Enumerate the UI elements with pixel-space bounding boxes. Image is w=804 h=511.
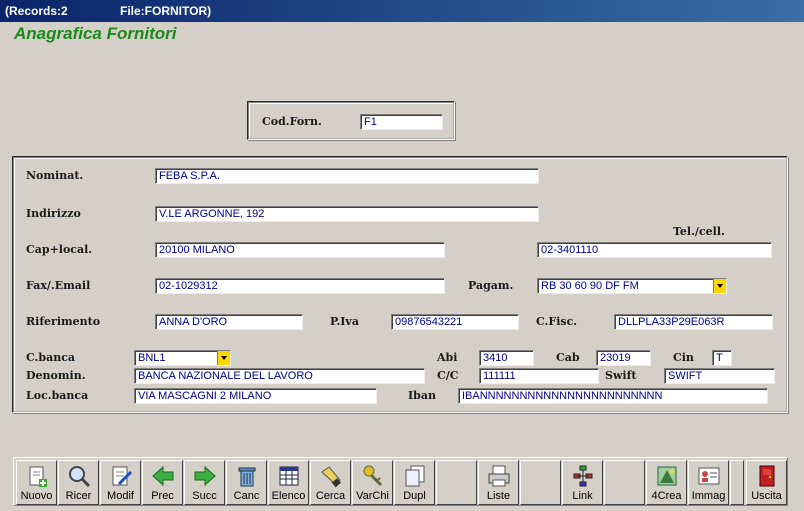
elenco-label: Elenco: [271, 490, 306, 502]
file-name: File:FORNITOR): [120, 4, 212, 18]
empty-button-2[interactable]: [520, 460, 561, 505]
nominat-field[interactable]: FEBA S.P.A.: [155, 168, 539, 184]
denomin-field[interactable]: BANCA NAZIONALE DEL LAVORO: [134, 368, 425, 384]
cap-label: Cap+local.: [26, 243, 93, 256]
indirizzo-field[interactable]: V.LE ARGONNE, 192: [155, 206, 539, 222]
exit-door-icon: [759, 465, 775, 487]
cab-field[interactable]: 23019: [596, 350, 651, 366]
varchi-label: VarChi: [356, 490, 389, 502]
cc-field[interactable]: 111111: [479, 368, 599, 384]
new-document-icon: [29, 466, 47, 487]
empty-button-3[interactable]: [604, 460, 645, 505]
cfisc-field[interactable]: DLLPLA33P29E063R: [614, 314, 773, 330]
image-card-icon: [698, 467, 720, 485]
title-bar: (Records:2 File:FORNITOR): [0, 0, 804, 22]
cab-label: Cab: [556, 351, 580, 364]
pagam-select[interactable]: RB 30 60 90 DF FM: [537, 278, 727, 294]
pagam-label: Pagam.: [468, 279, 514, 292]
records-count: (Records:2: [5, 4, 68, 18]
dupl-label: Dupl: [403, 490, 426, 502]
page-title: Anagrafica Fornitori: [14, 24, 177, 43]
cin-field[interactable]: T: [712, 350, 732, 366]
pagam-value: RB 30 60 90 DF FM: [541, 280, 639, 292]
fax-label: Fax/.Email: [26, 279, 91, 292]
cin-label: Cin: [673, 351, 694, 364]
succ-label: Succ: [192, 490, 217, 502]
table-icon: [279, 466, 299, 486]
cbanca-value: BNL1: [138, 352, 166, 364]
cap-field[interactable]: 20100 MILANO: [155, 242, 445, 258]
liste-button[interactable]: Liste: [478, 460, 519, 505]
swift-label: Swift: [605, 369, 637, 382]
cfisc-label: C.Fisc.: [536, 315, 578, 328]
link-icon: [573, 465, 593, 487]
succ-button[interactable]: Succ: [184, 460, 225, 505]
nuovo-button[interactable]: Nuovo: [16, 460, 57, 505]
denomin-label: Denomin.: [26, 369, 86, 382]
search-icon: [69, 466, 91, 488]
piva-field[interactable]: 09876543221: [391, 314, 519, 330]
duplicate-icon: [405, 465, 425, 487]
iban-label: Iban: [408, 389, 436, 402]
piva-label: P.Iva: [330, 315, 359, 328]
locbanca-field[interactable]: VIA MASCAGNI 2 MILANO: [134, 388, 377, 404]
abi-field[interactable]: 3410: [479, 350, 534, 366]
varchi-button[interactable]: VarChi: [352, 460, 393, 505]
link-button[interactable]: Link: [562, 460, 603, 505]
toolbar: Nuovo Ricer Modif Prec Succ Canc Elenco …: [13, 457, 788, 506]
cbanca-label: C.banca: [26, 351, 76, 364]
uscita-label: Uscita: [751, 490, 782, 502]
create-icon: [657, 466, 677, 486]
4crea-label: 4Crea: [651, 490, 682, 502]
4crea-button[interactable]: 4Crea: [646, 460, 687, 505]
cod-forn-label: Cod.Forn.: [262, 115, 322, 128]
indirizzo-label: Indirizzo: [26, 207, 81, 220]
prec-button[interactable]: Prec: [142, 460, 183, 505]
cbanca-select[interactable]: BNL1: [134, 350, 231, 366]
arrow-left-icon: [152, 465, 174, 487]
iban-field[interactable]: IBANNNNNNNNNNNNNNNNNNNNNNN: [458, 388, 768, 404]
cerca-label: Cerca: [315, 490, 346, 502]
tel-label: Tel./cell.: [673, 225, 725, 238]
printer-icon: [488, 465, 510, 487]
immag-label: Immag: [691, 490, 726, 502]
locbanca-label: Loc.banca: [26, 389, 89, 402]
liste-label: Liste: [486, 490, 511, 502]
ricer-button[interactable]: Ricer: [58, 460, 99, 505]
prec-label: Prec: [151, 490, 174, 502]
immag-button[interactable]: Immag: [688, 460, 729, 505]
trash-icon: [238, 467, 256, 487]
cc-label: C/C: [437, 369, 459, 382]
tel-field[interactable]: 02-3401110: [537, 242, 772, 258]
cerca-button[interactable]: Cerca: [310, 460, 351, 505]
dupl-button[interactable]: Dupl: [394, 460, 435, 505]
canc-label: Canc: [233, 490, 260, 502]
modif-button[interactable]: Modif: [100, 460, 141, 505]
uscita-button[interactable]: Uscita: [746, 460, 787, 505]
chevron-down-icon[interactable]: [713, 279, 726, 293]
arrow-right-icon: [194, 465, 216, 487]
elenco-button[interactable]: Elenco: [268, 460, 309, 505]
canc-button[interactable]: Canc: [226, 460, 267, 505]
cod-forn-field[interactable]: F1: [360, 114, 443, 130]
empty-button-4[interactable]: [730, 460, 744, 505]
riferimento-field[interactable]: ANNA D'ORO: [155, 314, 303, 330]
swift-field[interactable]: SWIFT: [664, 368, 775, 384]
nuovo-label: Nuovo: [20, 490, 53, 502]
fax-field[interactable]: 02-1029312: [155, 278, 445, 294]
chevron-down-icon[interactable]: [217, 351, 230, 365]
empty-button-1[interactable]: [436, 460, 477, 505]
link-label: Link: [572, 490, 593, 502]
riferimento-label: Riferimento: [26, 315, 101, 328]
keys-icon: [363, 465, 383, 487]
abi-label: Abi: [437, 351, 458, 364]
flashlight-icon: [321, 466, 341, 488]
edit-icon: [112, 466, 133, 486]
nominat-label: Nominat.: [26, 169, 84, 182]
ricer-label: Ricer: [65, 490, 92, 502]
modif-label: Modif: [107, 490, 134, 502]
